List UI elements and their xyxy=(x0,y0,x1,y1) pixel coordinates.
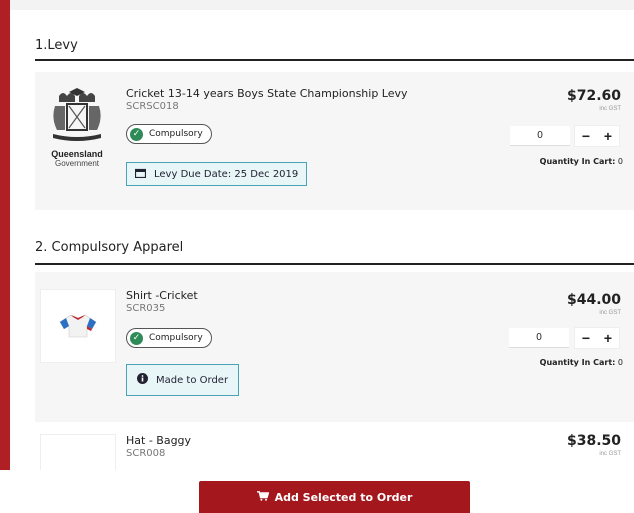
compulsory-label: Compulsory xyxy=(149,333,203,343)
product-name: Hat - Baggy xyxy=(126,434,192,447)
levy-due-date-text: Levy Due Date: 25 Dec 2019 xyxy=(154,168,299,180)
tax-note: inc GST xyxy=(599,310,621,316)
made-to-order-text: Made to Order xyxy=(156,374,229,386)
compulsory-label: Compulsory xyxy=(149,129,203,139)
quantity-stepper[interactable]: − + xyxy=(574,327,620,349)
quantity-stepper[interactable]: − + xyxy=(574,125,620,147)
accent-bar xyxy=(0,0,10,470)
hat-thumbnail xyxy=(40,434,116,470)
product-code: SCRSC018 xyxy=(126,101,179,112)
crest-icon xyxy=(53,88,101,141)
check-icon: ✓ xyxy=(130,331,143,345)
made-to-order-badge: Made to Order xyxy=(126,364,240,396)
minus-icon[interactable]: − xyxy=(582,330,590,346)
compulsory-badge: ✓ Compulsory xyxy=(126,328,212,348)
page-top-shade xyxy=(0,0,634,10)
product-code: SCR008 xyxy=(126,448,166,459)
order-panel: 1.Levy Queensland Government Cricket 13-… xyxy=(10,10,634,470)
check-icon: ✓ xyxy=(130,127,143,141)
product-name: Cricket 13-14 years Boys State Champions… xyxy=(126,87,408,100)
product-code: SCR035 xyxy=(126,303,166,314)
plus-icon[interactable]: + xyxy=(604,330,612,346)
levy-due-date-badge: Levy Due Date: 25 Dec 2019 xyxy=(126,162,308,186)
quantity-in-cart-value: 0 xyxy=(617,358,623,367)
product-price: $38.50 xyxy=(566,433,621,449)
product-card-shirt: Shirt -Cricket SCR035 ✓ Compulsory Made … xyxy=(35,272,634,422)
quantity-in-cart: Quantity In Cart: 0 xyxy=(540,358,623,367)
section-divider xyxy=(35,59,634,61)
quantity-input[interactable]: 0 xyxy=(510,126,570,146)
logo-text-government: Government xyxy=(54,159,100,168)
compulsory-badge: ✓ Compulsory xyxy=(126,124,212,144)
section-divider xyxy=(35,263,634,265)
calendar-icon xyxy=(134,168,147,181)
section-title-apparel: 2. Compulsory Apparel xyxy=(35,240,184,255)
product-name: Shirt -Cricket xyxy=(126,289,198,302)
cart-icon xyxy=(256,490,269,504)
queensland-government-logo: Queensland Government xyxy=(39,80,115,176)
product-price: $72.60 xyxy=(566,88,621,104)
tax-note: inc GST xyxy=(599,451,621,457)
quantity-input[interactable]: 0 xyxy=(509,328,569,348)
logo-text-queensland: Queensland xyxy=(51,149,103,159)
shirt-thumbnail xyxy=(40,289,116,363)
quantity-in-cart: Quantity In Cart: 0 xyxy=(540,157,623,166)
add-selected-to-order-label[interactable]: Add Selected to Order xyxy=(275,491,413,504)
product-price: $44.00 xyxy=(566,292,621,308)
tax-note: inc GST xyxy=(599,106,621,112)
info-icon xyxy=(137,373,148,387)
product-card-hat: Hat - Baggy SCR008 $38.50 inc GST xyxy=(35,430,634,470)
plus-icon[interactable]: + xyxy=(604,128,612,144)
quantity-in-cart-label: Quantity In Cart: xyxy=(539,157,616,166)
add-selected-to-order-button[interactable]: Add Selected to Order xyxy=(199,481,470,513)
shirt-icon xyxy=(59,314,97,338)
section-title-levy: 1.Levy xyxy=(35,38,78,53)
quantity-in-cart-label: Quantity In Cart: xyxy=(539,358,616,367)
minus-icon[interactable]: − xyxy=(582,128,590,144)
quantity-in-cart-value: 0 xyxy=(617,157,623,166)
product-card-levy: Queensland Government Cricket 13-14 year… xyxy=(35,72,634,210)
